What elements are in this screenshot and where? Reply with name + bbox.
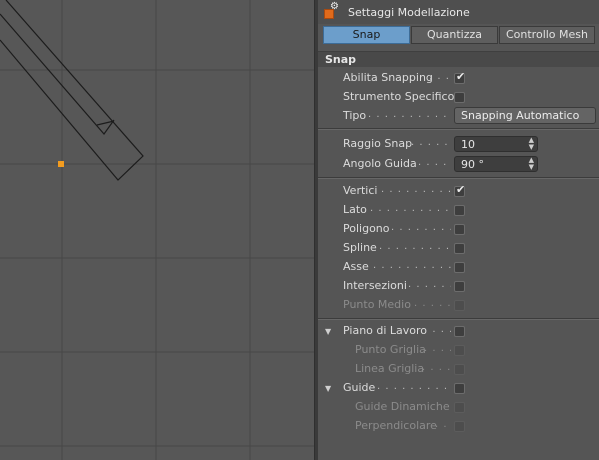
- polygon-label: Poligono: [343, 222, 390, 235]
- divider: [318, 177, 599, 179]
- row-snap-radius: Raggio Snap . . . . . . . 10 ▲▼: [318, 135, 599, 153]
- row-axis: Asse . . . . . . . . . . . . . .: [318, 258, 599, 276]
- row-edge: Lato . . . . . . . . . . . . . .: [318, 201, 599, 219]
- perpendicular-label: Perpendicolare: [355, 419, 437, 432]
- guides-checkbox[interactable]: [454, 383, 465, 394]
- intersections-checkbox[interactable]: [454, 281, 465, 292]
- guides-dots: . . . . . . . . . . . . . .: [377, 381, 451, 392]
- row-guides: ▼ Guide . . . . . . . . . . . . . .: [318, 379, 599, 397]
- guide-angle-dots: . . . . . .: [418, 157, 452, 168]
- edge-checkbox[interactable]: [454, 205, 465, 216]
- section-title: Snap: [325, 53, 357, 66]
- row-specific-tool: Strumento Specifico: [318, 88, 599, 106]
- vertices-dots: . . . . . . . . . . . . .: [381, 184, 451, 195]
- panel-titlebar: ⚙ Settaggi Modellazione: [318, 0, 599, 24]
- guides-label: Guide: [343, 381, 376, 394]
- grid-point-dots: . . . . .: [424, 343, 451, 354]
- midpoint-checkbox[interactable]: [454, 300, 465, 311]
- perpendicular-dots: . .: [435, 419, 448, 430]
- midpoint-label: Punto Medio: [343, 298, 411, 311]
- expand-triangle-icon[interactable]: ▼: [325, 327, 331, 336]
- checkmark-icon: ✔: [456, 70, 466, 83]
- row-guide-angle: Angolo Guida . . . . . . 90 ° ▲▼: [318, 155, 599, 173]
- section-header-snap[interactable]: Snap: [318, 51, 599, 67]
- polygon-dots: . . . . . . . . . . . .: [391, 222, 451, 233]
- spline-checkbox[interactable]: [454, 243, 465, 254]
- polygon-checkbox[interactable]: [454, 224, 465, 235]
- type-dropdown[interactable]: Snapping Automatico: [454, 107, 596, 124]
- type-value: Snapping Automatico: [461, 109, 580, 122]
- edge-dots: . . . . . . . . . . . . . .: [370, 203, 451, 214]
- axis-dots: . . . . . . . . . . . . . .: [373, 260, 451, 271]
- enable-snapping-label: Abilita Snapping: [343, 71, 433, 84]
- axis-checkbox[interactable]: [454, 262, 465, 273]
- row-vertices: Vertici . . . . . . . . . . . . . ✔: [318, 182, 599, 200]
- spline-label: Spline: [343, 241, 377, 254]
- grid-point-checkbox[interactable]: [454, 345, 465, 356]
- guide-angle-field[interactable]: 90 ° ▲ ▼: [454, 156, 538, 172]
- modeling-settings-icon: ⚙: [324, 2, 339, 19]
- row-polygon: Poligono . . . . . . . . . . . .: [318, 220, 599, 238]
- spline-dots: . . . . . . . . . . . . .: [379, 241, 451, 252]
- intersections-label: Intersezioni: [343, 279, 407, 292]
- snap-radius-dots: . . . . . . .: [411, 137, 451, 148]
- spinner-arrows-icon[interactable]: ▲ ▼: [529, 137, 534, 151]
- snap-radius-field[interactable]: 10 ▲ ▼: [454, 136, 538, 152]
- vertices-label: Vertici: [343, 184, 378, 197]
- intersections-dots: . . . . . . . . . .: [408, 279, 451, 290]
- vertices-checkbox[interactable]: ✔: [454, 183, 466, 197]
- viewport-canvas[interactable]: [0, 0, 314, 460]
- modeling-settings-panel: ⚙ Settaggi Modellazione Snap Quantizza C…: [318, 0, 599, 460]
- tab-bar: Snap Quantizza Controllo Mesh: [323, 26, 595, 44]
- snap-radius-value: 10: [461, 138, 475, 151]
- selected-point[interactable]: [58, 161, 64, 167]
- workplane-checkbox[interactable]: [454, 326, 465, 337]
- snap-radius-label: Raggio Snap: [343, 137, 413, 150]
- tab-mesh-check[interactable]: Controllo Mesh: [499, 26, 595, 44]
- workplane-label: Piano di Lavoro: [343, 324, 428, 337]
- enable-snapping-checkbox[interactable]: ✔: [454, 70, 466, 84]
- row-midpoint: Punto Medio . . . . . . . .: [318, 296, 599, 314]
- row-type: Tipo . . . . . . . . . . . . . . . Snapp…: [318, 107, 599, 125]
- type-label: Tipo: [343, 109, 367, 122]
- spinner-arrows-icon[interactable]: ▲ ▼: [529, 157, 534, 171]
- row-spline: Spline . . . . . . . . . . . . .: [318, 239, 599, 257]
- dynamic-guides-checkbox[interactable]: [454, 402, 465, 413]
- expand-triangle-icon[interactable]: ▼: [325, 384, 331, 393]
- axis-label: Asse: [343, 260, 369, 273]
- workplane-dots: . . . . .: [424, 324, 451, 335]
- midpoint-dots: . . . . . . . .: [414, 298, 451, 309]
- perpendicular-checkbox[interactable]: [454, 421, 465, 432]
- tab-quantize[interactable]: Quantizza: [411, 26, 498, 44]
- grid-line-dots: . . . . .: [422, 362, 451, 373]
- panel-title: Settaggi Modellazione: [348, 6, 470, 19]
- guide-angle-value: 90 °: [461, 158, 484, 171]
- row-perpendicular: Perpendicolare . .: [318, 417, 599, 435]
- tab-snap[interactable]: Snap: [323, 26, 410, 44]
- edge-label: Lato: [343, 203, 367, 216]
- divider: [318, 318, 599, 320]
- divider: [318, 128, 599, 130]
- row-grid-point: Punto Griglia . . . . .: [318, 341, 599, 359]
- grid-point-label: Punto Griglia: [355, 343, 426, 356]
- guide-angle-label: Angolo Guida: [343, 157, 417, 170]
- editor-viewport[interactable]: [0, 0, 314, 460]
- row-workplane: ▼ Piano di Lavoro . . . . .: [318, 322, 599, 340]
- specific-tool-label: Strumento Specifico: [343, 90, 455, 103]
- row-dynamic-guides: Guide Dinamiche: [318, 398, 599, 416]
- row-intersections: Intersezioni . . . . . . . . . .: [318, 277, 599, 295]
- object-outline[interactable]: [0, 0, 144, 181]
- type-dots: . . . . . . . . . . . . . . .: [368, 109, 450, 120]
- checkmark-icon: ✔: [456, 183, 466, 196]
- grid-line-label: Linea Griglia: [355, 362, 425, 375]
- dynamic-guides-label: Guide Dinamiche: [355, 400, 450, 413]
- row-enable-snapping: Abilita Snapping . . . . ✔: [318, 69, 599, 87]
- grid-line-checkbox[interactable]: [454, 364, 465, 375]
- specific-tool-checkbox[interactable]: [454, 92, 465, 103]
- row-grid-line: Linea Griglia . . . . .: [318, 360, 599, 378]
